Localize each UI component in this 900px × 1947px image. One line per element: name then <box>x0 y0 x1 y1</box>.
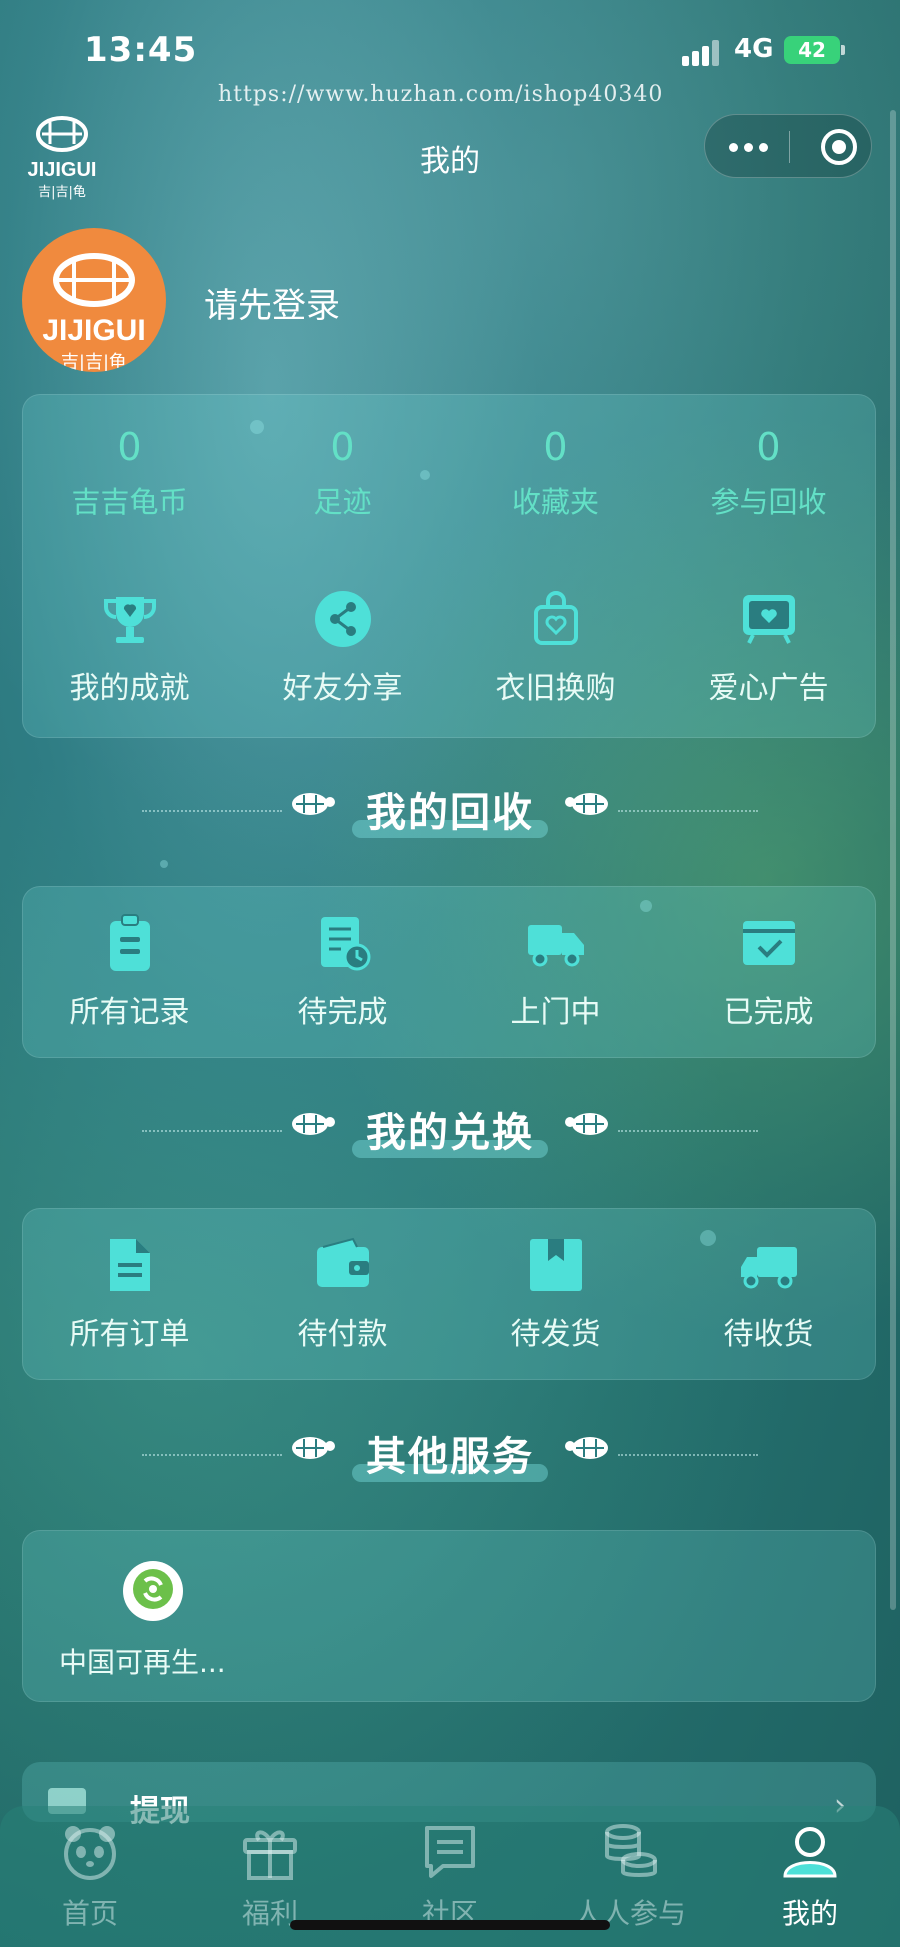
stat-label: 吉吉龟币 <box>71 485 188 519</box>
tab-participate[interactable]: 人人参与 <box>540 1820 720 1932</box>
done-box-icon <box>742 921 795 965</box>
gift-icon <box>243 1830 297 1880</box>
shortcut-achievements[interactable]: 我的成就 <box>23 589 236 707</box>
section-title: 我的兑换 <box>366 1110 534 1156</box>
exchange-all-orders[interactable]: 所有订单 <box>23 1235 236 1353</box>
section-title: 其他服务 <box>366 1434 534 1480</box>
panda-icon <box>64 1826 116 1880</box>
exchange-label: 所有订单 <box>69 1317 190 1352</box>
recycle-card: 所有记录 待完成 上门中 已完成 <box>22 886 876 1058</box>
shopping-bag-icon <box>533 591 578 645</box>
signal-icon <box>682 40 722 66</box>
exchange-label: 待发货 <box>510 1317 601 1352</box>
shortcut-label: 我的成就 <box>69 671 190 706</box>
exchange-label: 待收货 <box>723 1317 814 1352</box>
exchange-card: 所有订单 待付款 待发货 待收货 <box>22 1208 876 1380</box>
recycle-all-records[interactable]: 所有记录 <box>23 913 236 1031</box>
wallet-icon <box>316 1237 369 1287</box>
stat-label: 足迹 <box>313 485 372 519</box>
stat-footprint[interactable]: 0 足迹 <box>236 425 449 521</box>
stat-label: 参与回收 <box>710 485 827 519</box>
stats-card: 0 吉吉龟币 0 足迹 0 收藏夹 0 参与回收 我的成就 好友分享 衣旧换购 … <box>22 394 876 738</box>
recycle-label: 已完成 <box>723 995 814 1030</box>
recycle-on-the-way[interactable]: 上门中 <box>449 913 662 1031</box>
chat-icon <box>425 1826 475 1878</box>
tab-community[interactable]: 社区 <box>360 1820 540 1932</box>
battery-icon: 42 <box>784 36 845 64</box>
delivery-truck-icon <box>740 1247 797 1289</box>
tab-mine[interactable]: 我的 <box>720 1820 900 1932</box>
status-bar: 13:45 4G 42 <box>0 0 900 90</box>
turtle-logo-icon: JIJIGUI 吉|吉|龟 <box>42 253 146 372</box>
stat-favorites[interactable]: 0 收藏夹 <box>449 425 662 521</box>
section-title: 我的回收 <box>366 790 534 836</box>
recycle-label: 所有记录 <box>69 995 190 1030</box>
logo-sub: 吉|吉|龟 <box>38 185 86 200</box>
services-card: 中国可再生... <box>22 1530 876 1702</box>
avatar-logo-sub: 吉|吉|龟 <box>61 352 127 372</box>
scrollbar[interactable] <box>890 110 896 1610</box>
stat-value: 0 <box>117 425 142 469</box>
login-prompt[interactable]: 请先登录 <box>204 278 340 327</box>
network-label: 4G <box>734 34 774 64</box>
pending-doc-icon <box>320 917 370 971</box>
exchange-label: 待付款 <box>297 1317 388 1352</box>
shortcut-exchange[interactable]: 衣旧换购 <box>449 589 662 707</box>
document-icon <box>109 1239 150 1291</box>
stat-label: 收藏夹 <box>511 485 599 519</box>
avatar-logo-text: JIJIGUI <box>42 314 145 347</box>
tab-label: 我的 <box>781 1897 838 1930</box>
user-icon <box>783 1827 837 1878</box>
more-icon[interactable] <box>729 137 769 157</box>
trophy-icon <box>103 597 156 643</box>
shortcut-label: 衣旧换购 <box>495 671 616 706</box>
shortcut-share[interactable]: 好友分享 <box>236 589 449 707</box>
stat-coins[interactable]: 0 吉吉龟币 <box>23 425 236 521</box>
recycle-pending[interactable]: 待完成 <box>236 913 449 1031</box>
close-miniprogram-icon[interactable] <box>821 129 857 165</box>
exchange-to-receive[interactable]: 待收货 <box>662 1235 875 1353</box>
clipboard-icon <box>109 914 150 971</box>
truck-icon <box>527 925 584 967</box>
service-label: 中国可再生... <box>59 1646 226 1679</box>
shortcut-label: 好友分享 <box>282 671 403 706</box>
miniprogram-capsule <box>704 114 872 178</box>
section-header-services: 其他服务 <box>0 1414 900 1494</box>
avatar[interactable]: JIJIGUI 吉|吉|龟 <box>22 228 166 372</box>
stat-value: 0 <box>330 425 355 469</box>
home-indicator <box>290 1920 610 1930</box>
tab-label: 首页 <box>61 1897 118 1930</box>
section-header-recycle: 我的回收 <box>0 770 900 850</box>
exchange-to-ship[interactable]: 待发货 <box>449 1235 662 1353</box>
tab-home[interactable]: 首页 <box>0 1820 180 1932</box>
tv-heart-icon <box>742 595 795 644</box>
tab-welfare[interactable]: 福利 <box>180 1820 360 1932</box>
exchange-unpaid[interactable]: 待付款 <box>236 1235 449 1353</box>
stat-value: 0 <box>756 425 781 469</box>
status-time: 13:45 <box>84 30 198 70</box>
recycle-label: 待完成 <box>297 995 388 1030</box>
stat-value: 0 <box>543 425 568 469</box>
renewable-logo-icon <box>123 1561 183 1621</box>
recycle-completed[interactable]: 已完成 <box>662 913 875 1031</box>
bubble <box>160 860 168 868</box>
coins-icon <box>605 1824 657 1877</box>
shortcut-charity-ads[interactable]: 爱心广告 <box>662 589 875 707</box>
package-icon <box>529 1239 582 1291</box>
recycle-label: 上门中 <box>510 995 601 1030</box>
watermark: https://www.huzhan.com/ishop40340 <box>218 82 664 107</box>
share-icon <box>314 591 371 647</box>
section-header-exchange: 我的兑换 <box>0 1090 900 1170</box>
stat-recycle[interactable]: 0 参与回收 <box>662 425 875 521</box>
capsule-divider <box>789 131 790 163</box>
shortcut-label: 爱心广告 <box>708 671 829 706</box>
